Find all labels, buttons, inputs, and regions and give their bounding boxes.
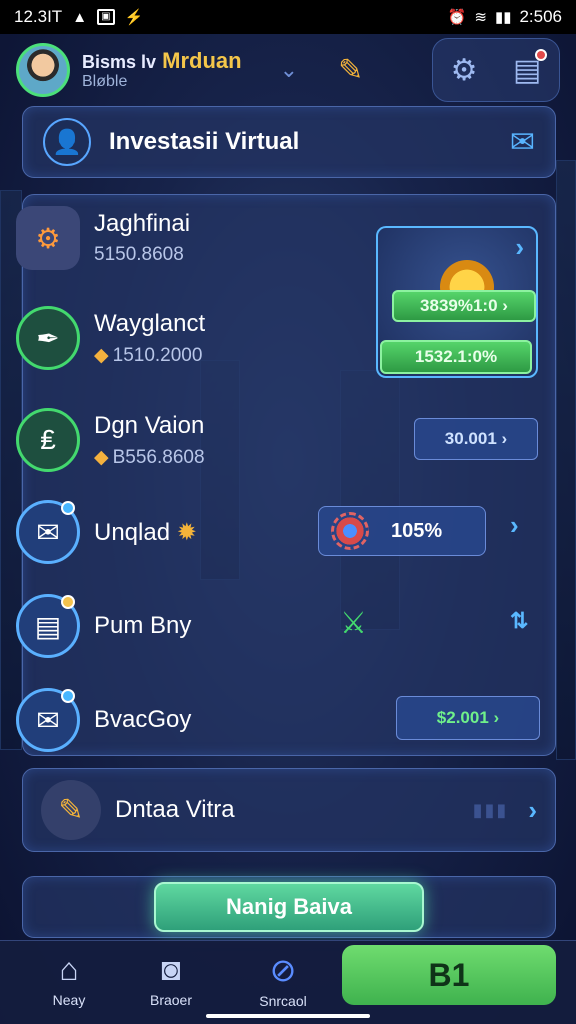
notification-icon: ▣ bbox=[97, 9, 115, 25]
document-icon[interactable]: ▤ bbox=[513, 48, 548, 88]
dntaa-label: Dntaa Vitra bbox=[115, 796, 235, 823]
list-item[interactable]: ₤ Dgn Vaion ◆ B556.8608 bbox=[16, 408, 205, 472]
status-time-left: 12.3IT bbox=[14, 7, 63, 26]
header-tools: ⚙ ▤ bbox=[432, 38, 560, 102]
list-item-title: Pum Bny bbox=[94, 612, 192, 639]
gear-icon[interactable]: ⚙ bbox=[451, 53, 478, 88]
currency-card-icon: ₤ bbox=[16, 408, 80, 472]
list-item-value: 1510.2000 bbox=[112, 344, 203, 366]
status-dot bbox=[61, 595, 75, 609]
list-item[interactable]: ▤ Pum Bny bbox=[16, 594, 191, 658]
promo-panel[interactable]: › 3839%1:0 › 1532.1:0% bbox=[376, 226, 538, 378]
bars-icon: ▮▮▮ bbox=[472, 799, 509, 820]
compass-icon: ⊘ bbox=[269, 952, 297, 988]
list-item[interactable]: ✉ Unqlad ✹ bbox=[16, 500, 197, 564]
cta-card: Nanig Baiva bbox=[22, 876, 556, 938]
status-dot bbox=[61, 689, 75, 703]
percent-value: 105% bbox=[391, 519, 443, 542]
list-item-title: Wayglanct bbox=[94, 309, 206, 337]
gallery-icon: ▲ bbox=[72, 8, 88, 26]
percent-badge[interactable]: 105% bbox=[318, 506, 486, 556]
status-dot bbox=[61, 501, 75, 515]
chevron-right-icon[interactable]: › bbox=[510, 510, 519, 541]
list-item[interactable]: ✒ Wayglanct ◆ 1510.2000 bbox=[16, 306, 205, 370]
mail-icon: ✉ bbox=[16, 688, 80, 752]
badge-sun-icon: ✹ bbox=[176, 518, 197, 546]
briefcase-icon: ⚙ bbox=[16, 206, 80, 270]
pen-icon: ✒ bbox=[16, 306, 80, 370]
nav-label: Snrcaol bbox=[259, 993, 307, 1009]
page-title: Investasii Virtual bbox=[109, 128, 300, 155]
pencil-icon[interactable]: ✎ bbox=[338, 53, 363, 88]
nav-item-home[interactable]: ⌂ Neay bbox=[24, 951, 114, 1008]
avatar[interactable] bbox=[16, 43, 70, 97]
wifi-icon: ≋ bbox=[474, 9, 487, 26]
header: Bisms lv Mrduan Bløble ⌄ ✎ ⚙ ▤ bbox=[16, 38, 560, 102]
profile-name-prefix: Bisms lv bbox=[82, 52, 157, 73]
shield-icon: ⚔ bbox=[340, 607, 367, 640]
document-list-icon: ▤ bbox=[16, 594, 80, 658]
close-envelope-icon[interactable]: ✉ bbox=[510, 125, 535, 160]
nav-label: Neay bbox=[52, 992, 86, 1008]
profile-subtitle: Bløble bbox=[82, 73, 128, 91]
pencil-icon: ✎ bbox=[41, 780, 101, 840]
profile-name: Mrduan bbox=[162, 48, 242, 74]
profile-block[interactable]: Bisms lv Mrduan Bløble bbox=[82, 49, 242, 91]
chevron-right-icon[interactable]: › bbox=[528, 795, 537, 826]
list-item-title: Dgn Vaion bbox=[94, 411, 205, 439]
nav-label: Braoer bbox=[149, 992, 193, 1008]
bvac-value-button[interactable]: $2.001 › bbox=[396, 696, 540, 740]
chevron-right-icon[interactable]: › bbox=[515, 232, 524, 263]
gold-cube-icon: ◆ bbox=[94, 446, 109, 468]
gem-icon: ◆ bbox=[94, 344, 109, 366]
promo-value-pill[interactable]: 3839%1:0 › bbox=[392, 290, 536, 322]
status-time-right: 2:506 bbox=[519, 7, 562, 26]
primary-action-button[interactable]: Nanig Baiva bbox=[154, 882, 424, 932]
investor-avatar-icon: 👤 bbox=[43, 118, 91, 166]
promo-total-pill[interactable]: 1532.1:0% bbox=[380, 340, 532, 374]
dgn-value-button[interactable]: 30.001 › bbox=[414, 418, 538, 460]
camera-icon: ◙ bbox=[161, 951, 181, 987]
home-indicator bbox=[206, 1014, 370, 1018]
gear-badge-icon bbox=[331, 512, 369, 550]
list-item-title: Jaghfinai bbox=[94, 210, 191, 237]
status-bar: 12.3IT ▲ ▣ ⚡ ⏰ ≋ ▮▮ 2:506 bbox=[0, 0, 576, 34]
list-item[interactable]: ⚙ Jaghfinai 5150.8608 bbox=[16, 206, 190, 270]
list-item-value: B556.8608 bbox=[112, 446, 205, 468]
bolt-icon: ⚡ bbox=[124, 9, 144, 26]
list-item-title: Unqlad bbox=[94, 518, 171, 546]
swap-icon[interactable]: ⇅ bbox=[510, 608, 528, 634]
signal-icon: ▮▮ bbox=[494, 9, 512, 26]
nav-primary-button[interactable]: B1 bbox=[342, 945, 556, 1005]
dntaa-card[interactable]: ✎ Dntaa Vitra ▮▮▮ › bbox=[22, 768, 556, 852]
home-icon: ⌂ bbox=[59, 951, 79, 987]
alarm-icon: ⏰ bbox=[447, 9, 467, 26]
list-item-value: 5150.8608 bbox=[94, 244, 184, 265]
chevron-down-icon[interactable]: ⌄ bbox=[280, 57, 298, 83]
title-card[interactable]: 👤 Investasii Virtual ✉ bbox=[22, 106, 556, 178]
bottom-nav: ⌂ Neay ◙ Braoer ⊘ Snrcaol B1 bbox=[0, 940, 576, 1024]
list-item-title: BvacGoy bbox=[94, 706, 192, 733]
list-item[interactable]: ✉ BvacGoy bbox=[16, 688, 191, 752]
notification-badge bbox=[535, 48, 548, 61]
nav-item-camera[interactable]: ◙ Braoer bbox=[126, 951, 216, 1008]
mail-open-icon: ✉ bbox=[16, 500, 80, 564]
nav-item-compass[interactable]: ⊘ Snrcaol bbox=[238, 951, 328, 1009]
